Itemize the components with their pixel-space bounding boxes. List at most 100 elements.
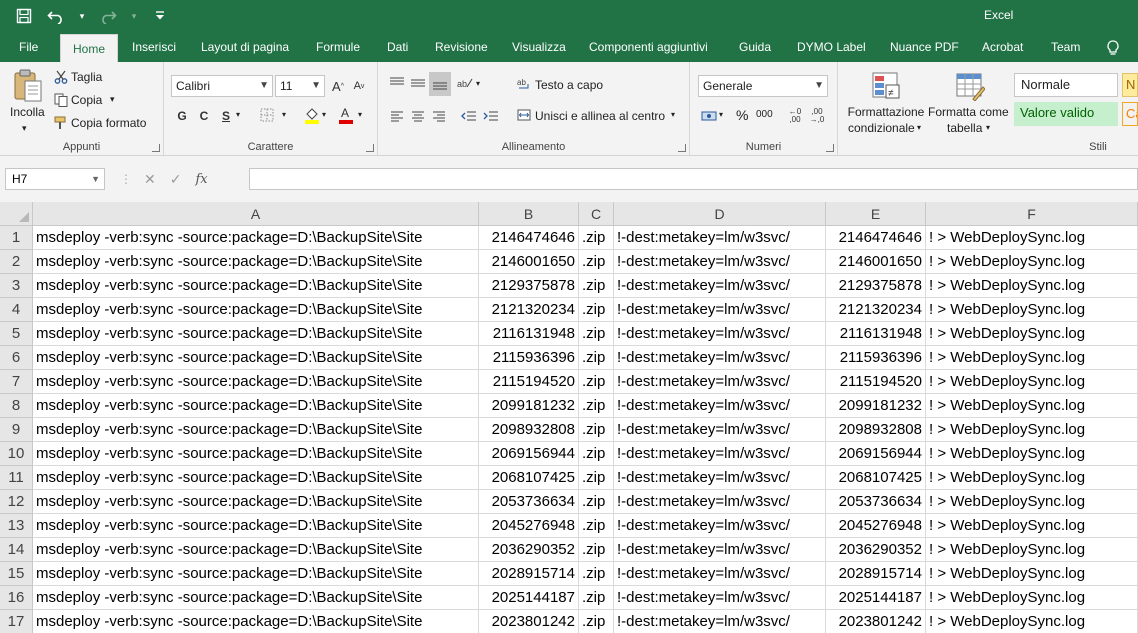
cell-d[interactable]: !-dest:metakey=lm/w3svc/ [614,490,826,514]
cell-b[interactable]: 2068107425 [479,466,579,490]
cell-e[interactable]: 2025144187 [826,586,926,610]
cell-a[interactable]: msdeploy -verb:sync -source:package=D:\B… [33,274,479,298]
column-header-c[interactable]: C [579,202,614,226]
cell-c[interactable]: .zip [579,322,614,346]
decrease-font-icon[interactable]: Av [350,76,368,96]
cell-a[interactable]: msdeploy -verb:sync -source:package=D:\B… [33,442,479,466]
cell-d[interactable]: !-dest:metakey=lm/w3svc/ [614,514,826,538]
cell-a[interactable]: msdeploy -verb:sync -source:package=D:\B… [33,370,479,394]
conditional-formatting-label-1[interactable]: Formattazione [847,105,925,119]
align-top-icon[interactable] [388,74,406,92]
cell-c[interactable]: .zip [579,274,614,298]
cell-f[interactable]: ! > WebDeploySync.log [926,226,1138,250]
dialog-launcher-icon[interactable] [366,144,374,152]
tab-team[interactable]: Team [1051,32,1080,62]
copy-icon[interactable] [53,92,69,108]
cell-f[interactable]: ! > WebDeploySync.log [926,274,1138,298]
cell-d[interactable]: !-dest:metakey=lm/w3svc/ [614,418,826,442]
cell-a[interactable]: msdeploy -verb:sync -source:package=D:\B… [33,538,479,562]
wrap-text-button[interactable]: Testo a capo [535,78,603,92]
cell-a[interactable]: msdeploy -verb:sync -source:package=D:\B… [33,346,479,370]
cell-b[interactable]: 2069156944 [479,442,579,466]
cell-d[interactable]: !-dest:metakey=lm/w3svc/ [614,538,826,562]
row-header[interactable]: 11 [0,466,33,490]
cell-e[interactable]: 2023801242 [826,610,926,633]
cell-a[interactable]: msdeploy -verb:sync -source:package=D:\B… [33,298,479,322]
paste-button[interactable]: Incolla [10,105,45,119]
row-header[interactable]: 16 [0,586,33,610]
tab-acrobat[interactable]: Acrobat [982,32,1023,62]
cell-b[interactable]: 2121320234 [479,298,579,322]
tab-addins[interactable]: Componenti aggiuntivi [589,32,708,62]
cell-a[interactable]: msdeploy -verb:sync -source:package=D:\B… [33,586,479,610]
cell-a[interactable]: msdeploy -verb:sync -source:package=D:\B… [33,562,479,586]
cell-c[interactable]: .zip [579,442,614,466]
cancel-icon[interactable]: ✕ [144,171,156,188]
cell-d[interactable]: !-dest:metakey=lm/w3svc/ [614,250,826,274]
cell-b[interactable]: 2116131948 [479,322,579,346]
chevron-down-icon[interactable]: ▾ [671,110,675,119]
column-header-b[interactable]: B [479,202,579,226]
cell-f[interactable]: ! > WebDeploySync.log [926,514,1138,538]
align-bottom-icon[interactable] [429,72,451,96]
cell-d[interactable]: !-dest:metakey=lm/w3svc/ [614,466,826,490]
format-painter-icon[interactable] [53,115,69,131]
decrease-indent-icon[interactable] [460,107,478,125]
row-header[interactable]: 17 [0,610,33,633]
save-icon[interactable] [12,4,36,28]
tab-data[interactable]: Dati [387,32,408,62]
cell-d[interactable]: !-dest:metakey=lm/w3svc/ [614,370,826,394]
row-header[interactable]: 13 [0,514,33,538]
cell-b[interactable]: 2045276948 [479,514,579,538]
cell-a[interactable]: msdeploy -verb:sync -source:package=D:\B… [33,514,479,538]
cell-a[interactable]: msdeploy -verb:sync -source:package=D:\B… [33,394,479,418]
thousands-button[interactable]: 000 [756,109,773,120]
cell-e[interactable]: 2053736634 [826,490,926,514]
enter-icon[interactable]: ✓ [170,171,182,188]
cell-e[interactable]: 2129375878 [826,274,926,298]
cell-e[interactable]: 2098932808 [826,418,926,442]
merge-center-icon[interactable] [516,107,532,123]
bold-button[interactable]: G [174,106,190,126]
row-header[interactable]: 8 [0,394,33,418]
row-header[interactable]: 12 [0,490,33,514]
cell-e[interactable]: 2116131948 [826,322,926,346]
cell-e[interactable]: 2146474646 [826,226,926,250]
paste-icon[interactable] [10,68,46,104]
cell-a[interactable]: msdeploy -verb:sync -source:package=D:\B… [33,610,479,633]
borders-icon[interactable] [259,107,275,123]
style-good[interactable]: Valore valido [1014,102,1118,126]
cell-d[interactable]: !-dest:metakey=lm/w3svc/ [614,394,826,418]
tab-formulas[interactable]: Formule [316,32,360,62]
cell-a[interactable]: msdeploy -verb:sync -source:package=D:\B… [33,466,479,490]
chevron-down-icon[interactable]: ▾ [322,110,326,119]
cell-b[interactable]: 2023801242 [479,610,579,633]
undo-icon[interactable] [44,4,68,28]
increase-decimal-icon[interactable]: ←0,00 [786,106,804,126]
font-size-select[interactable]: 11 ▼ [275,75,325,97]
row-header[interactable]: 10 [0,442,33,466]
chevron-down-icon[interactable]: ▾ [110,94,115,105]
cell-b[interactable]: 2025144187 [479,586,579,610]
cell-a[interactable]: msdeploy -verb:sync -source:package=D:\B… [33,226,479,250]
row-header[interactable]: 7 [0,370,33,394]
cell-f[interactable]: ! > WebDeploySync.log [926,418,1138,442]
cell-c[interactable]: .zip [579,490,614,514]
cell-d[interactable]: !-dest:metakey=lm/w3svc/ [614,322,826,346]
cell-d[interactable]: !-dest:metakey=lm/w3svc/ [614,298,826,322]
increase-indent-icon[interactable] [482,107,500,125]
customize-qat-icon[interactable] [148,4,172,28]
row-header[interactable]: 6 [0,346,33,370]
cell-f[interactable]: ! > WebDeploySync.log [926,538,1138,562]
cell-d[interactable]: !-dest:metakey=lm/w3svc/ [614,226,826,250]
cell-f[interactable]: ! > WebDeploySync.log [926,298,1138,322]
chevron-down-icon[interactable]: ▾ [358,110,362,119]
style-normal[interactable]: Normale [1014,73,1118,97]
cell-d[interactable]: !-dest:metakey=lm/w3svc/ [614,274,826,298]
cell-c[interactable]: .zip [579,514,614,538]
cell-e[interactable]: 2036290352 [826,538,926,562]
tab-view[interactable]: Visualizza [512,32,566,62]
cell-b[interactable]: 2099181232 [479,394,579,418]
cell-a[interactable]: msdeploy -verb:sync -source:package=D:\B… [33,418,479,442]
cell-f[interactable]: ! > WebDeploySync.log [926,346,1138,370]
